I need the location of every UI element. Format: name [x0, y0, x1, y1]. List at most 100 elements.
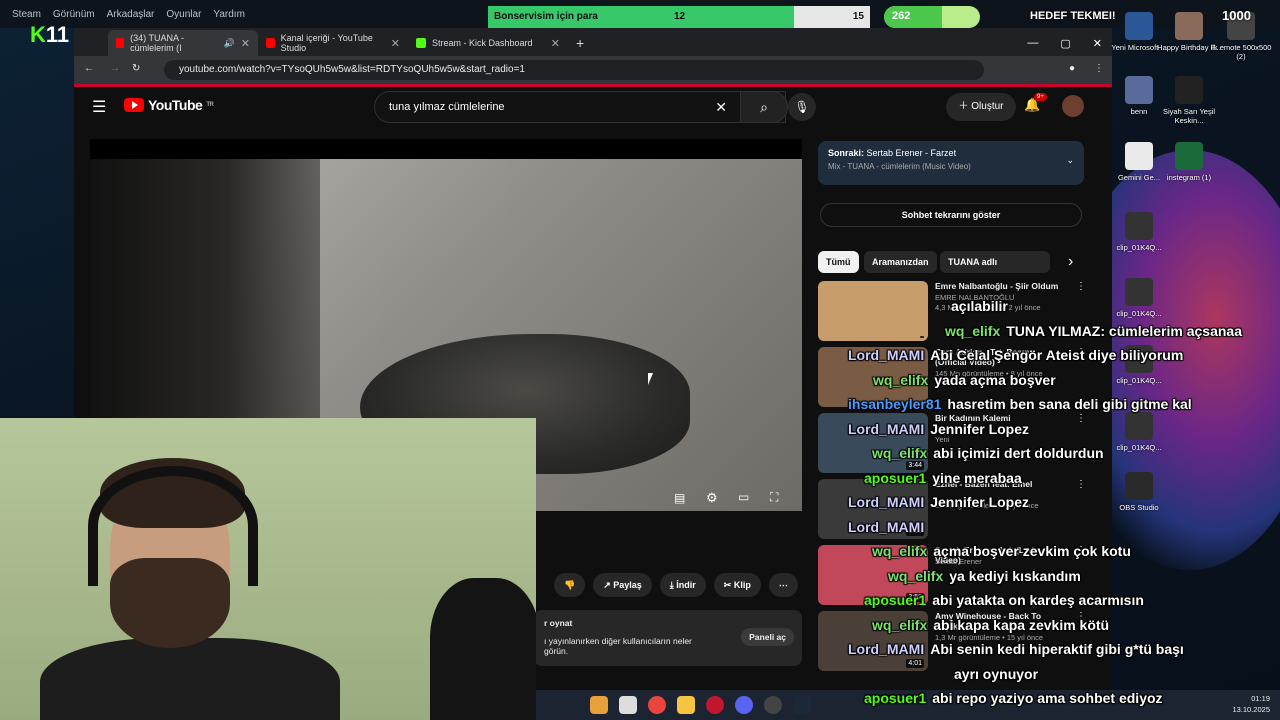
- dislike-button[interactable]: 👎: [554, 573, 586, 597]
- chat-text: Jennifer Lopez: [930, 494, 1030, 510]
- youtube-logo[interactable]: YouTube TR: [124, 97, 214, 113]
- chat-message: Lord_MAMI Jennifer Lopez: [848, 494, 1029, 510]
- tab-label: (34) TUANA - cümlelerim (I: [130, 33, 184, 53]
- avatar[interactable]: [1062, 95, 1084, 117]
- youtube-header: ☰ YouTube TR tuna yılmaz cümlelerine ✕ ⌕ …: [74, 87, 1112, 127]
- chrome-icon[interactable]: [648, 696, 666, 714]
- url-input[interactable]: youtube.com/watch?v=TYsoQUh5w5w&list=RDT…: [164, 60, 984, 80]
- chat-text: yada açma boşver: [934, 371, 1056, 388]
- speaker-icon: 🔊: [223, 37, 235, 48]
- chat-username: Lord_MAMI: [848, 518, 925, 535]
- fullscreen-icon[interactable]: ⛶: [770, 490, 778, 505]
- youtube-studio-favicon: [266, 38, 275, 48]
- chat-username: wq_elifx: [872, 543, 928, 559]
- chat-message: wq_elifx abi kapa kapa zevkim kötü: [872, 617, 1109, 633]
- profile-icon[interactable]: ●: [1069, 63, 1075, 74]
- tab-kick-dashboard[interactable]: Stream - Kick Dashboard ✕: [408, 30, 568, 56]
- live-panel-text-2: görün.: [544, 646, 569, 656]
- region-code: TR: [206, 102, 214, 108]
- goal-bar: Bonservisim için para 12 15: [488, 6, 870, 28]
- file-explorer-icon[interactable]: [677, 696, 695, 714]
- chat-message: Lord_MAMI Abi senin kedi hiperaktif gibi …: [848, 641, 1184, 657]
- new-tab-button[interactable]: +: [568, 30, 592, 56]
- voice-search-button[interactable]: 🎙: [788, 93, 816, 121]
- shortcut-label: ilk emote 500x500 (2): [1210, 43, 1272, 61]
- show-chat-replay-button[interactable]: Sohbet tekrarını göster: [820, 203, 1082, 227]
- chip-all[interactable]: Tümü: [818, 251, 859, 273]
- desktop: Steam Görünüm Arkadaşlar Oyunlar Yardım …: [0, 0, 1280, 720]
- chat-text: abi kapa kapa zevkim kötü: [933, 616, 1110, 633]
- chat-username: ihsanbeyler81: [848, 396, 942, 412]
- chip-from-search[interactable]: Aramanızdan: [864, 251, 937, 273]
- forward-icon[interactable]: →: [110, 63, 120, 74]
- search-button[interactable]: ⌕: [740, 91, 788, 123]
- chat-message: ihsanbeyler81 hasretim ben sana deli gibi…: [848, 396, 1192, 412]
- chat-username: Lord_MAMI: [848, 420, 925, 437]
- discord-icon[interactable]: [735, 696, 753, 714]
- chip-from-uploader[interactable]: TUANA adlı yükleyiciden: [940, 251, 1050, 273]
- youtube-play-icon: [124, 98, 144, 112]
- tab-label: Kanal içeriği - YouTube Studio: [280, 33, 373, 53]
- close-tab-icon[interactable]: ✕: [241, 37, 250, 50]
- live-panel-title: r oynat: [544, 618, 573, 628]
- hamburger-menu-icon[interactable]: ☰: [92, 97, 106, 117]
- chat-text: abi repo yaziyo ama sohbet ediyoz: [932, 690, 1163, 706]
- create-button[interactable]: ＋ Oluştur: [946, 93, 1016, 121]
- chat-text: abi içimizi dert doldurdun: [933, 445, 1104, 461]
- desktop-shortcut[interactable]: Siyah Sarı Yeşil Keskin...: [1154, 76, 1224, 125]
- search-input[interactable]: tuna yılmaz cümlelerine ✕: [374, 91, 786, 123]
- chevron-right-icon[interactable]: ›: [1068, 253, 1073, 271]
- mouse-cursor-icon: [648, 373, 653, 385]
- desktop-shortcut[interactable]: instegram (1): [1154, 142, 1224, 182]
- shortcut-icon: [1175, 12, 1203, 40]
- chat-username: aposuer1: [864, 690, 927, 706]
- thumbs-down-icon: 👎: [564, 580, 576, 590]
- desktop-shortcut[interactable]: clip_01K4Q...: [1104, 212, 1174, 252]
- tab-youtube-video[interactable]: (34) TUANA - cümlelerim (I 🔊 ✕: [108, 30, 258, 56]
- reload-icon[interactable]: ↻: [132, 63, 140, 74]
- steam-menu-view[interactable]: Görünüm: [53, 9, 95, 20]
- chat-text: ayrı oynuyor: [954, 665, 1039, 682]
- steam-menu-steam[interactable]: Steam: [12, 9, 41, 20]
- back-icon[interactable]: ←: [84, 63, 94, 74]
- notification-badge: 9+: [1034, 93, 1047, 101]
- goal-target-count: 1000: [1222, 8, 1251, 23]
- clip-button[interactable]: ✂ Klip: [713, 573, 761, 597]
- steam-menu-games[interactable]: Oyunlar: [166, 9, 201, 20]
- shortcut-icon: [1175, 76, 1203, 104]
- share-button[interactable]: ↗ Paylaş: [593, 573, 652, 597]
- theater-mode-icon[interactable]: ▭: [738, 490, 749, 504]
- steam-menu-help[interactable]: Yardım: [213, 9, 245, 20]
- chat-username: aposuer1: [864, 469, 927, 486]
- taskbar-app-icon[interactable]: [590, 696, 608, 714]
- subtitles-icon[interactable]: ▤: [674, 491, 685, 505]
- more-actions-button[interactable]: ⋯: [768, 573, 798, 597]
- next-up-card[interactable]: Sonraki: Sertab Erener - Farzet Mix - TU…: [818, 141, 1084, 185]
- opera-icon[interactable]: [706, 696, 724, 714]
- video-menu-icon[interactable]: ⋮: [1076, 281, 1086, 292]
- open-panel-button[interactable]: Paneli aç: [741, 628, 794, 646]
- steam-icon[interactable]: [793, 696, 811, 714]
- clear-search-icon[interactable]: ✕: [715, 92, 727, 122]
- tab-bar: (34) TUANA - cümlelerim (I 🔊 ✕ Kanal içe…: [74, 28, 1112, 56]
- steam-menu-friends[interactable]: Arkadaşlar: [107, 9, 155, 20]
- obs-icon[interactable]: [764, 696, 782, 714]
- taskbar-app-icon[interactable]: [619, 696, 637, 714]
- tab-youtube-studio[interactable]: Kanal içeriği - YouTube Studio ✕: [258, 30, 408, 56]
- chat-username: wq_elifx: [888, 567, 944, 584]
- chat-message: Lord_MAMI Jennifer Lopez: [848, 421, 1029, 437]
- window-close-icon[interactable]: ✕: [1093, 37, 1102, 50]
- download-button[interactable]: ⤓ İndir: [659, 573, 706, 597]
- minimize-icon[interactable]: —: [1027, 37, 1038, 49]
- close-tab-icon[interactable]: ✕: [391, 37, 400, 50]
- chevron-down-icon[interactable]: ⌄: [1066, 155, 1074, 166]
- menu-kebab-icon[interactable]: ⋮: [1094, 63, 1104, 74]
- shortcut-icon: [1125, 12, 1153, 40]
- chat-username: aposuer1: [864, 592, 927, 608]
- kick-count: 11: [45, 22, 70, 47]
- close-tab-icon[interactable]: ✕: [551, 37, 560, 50]
- address-bar: ← → ↻ youtube.com/watch?v=TYsoQUh5w5w&li…: [74, 56, 1112, 84]
- maximize-icon[interactable]: ▢: [1060, 37, 1070, 50]
- clip-label: Klip: [733, 580, 751, 590]
- settings-gear-icon[interactable]: ⚙: [706, 490, 718, 506]
